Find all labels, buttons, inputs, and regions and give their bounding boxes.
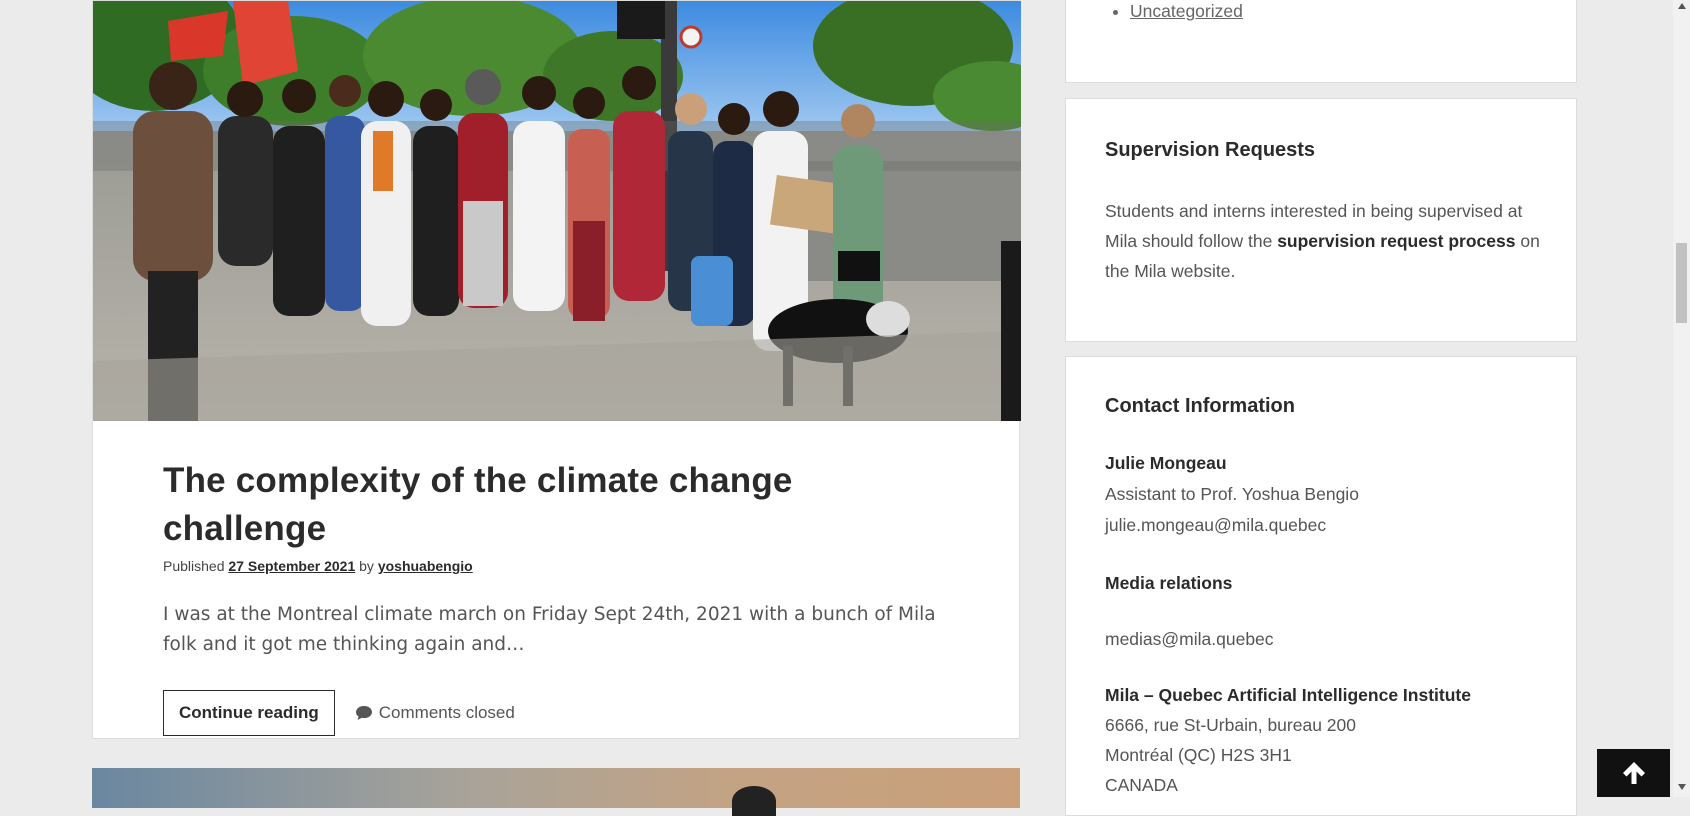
post-excerpt: I was at the Montreal climate march on F… <box>163 604 936 655</box>
contact-email[interactable]: julie.mongeau@mila.quebec <box>1105 515 1326 536</box>
org-name: Mila – Quebec Artificial Intelligence In… <box>1105 685 1471 705</box>
by-label: by <box>359 558 374 574</box>
post-date-link[interactable]: 27 September 2021 <box>228 558 355 574</box>
scroll-up-arrow-icon[interactable] <box>1676 3 1687 13</box>
published-label: Published <box>163 558 225 574</box>
page-scrollbar[interactable] <box>1673 0 1690 797</box>
comments-label: Comments closed <box>378 703 515 722</box>
categories-widget: Uncategorized <box>1065 0 1577 83</box>
next-post-image[interactable] <box>92 768 1020 816</box>
post-featured-image[interactable] <box>93 1 1021 421</box>
category-list: Uncategorized <box>1066 1 1243 22</box>
post-meta: Published 27 September 2021 by yoshuaben… <box>163 558 953 574</box>
contact-name: Julie Mongeau <box>1105 453 1227 473</box>
comment-icon <box>355 706 372 720</box>
media-relations-title: Media relations <box>1105 573 1233 593</box>
post-title[interactable]: The complexity of the climate change cha… <box>163 457 953 553</box>
address-line-1: 6666, rue St-Urbain, bureau 200 <box>1105 715 1356 735</box>
next-post-image-detail <box>732 786 776 816</box>
arrow-up-icon <box>1622 762 1645 784</box>
supervision-widget: Supervision Requests Students and intern… <box>1065 98 1577 342</box>
post-author-link[interactable]: yoshuabengio <box>378 558 473 574</box>
scroll-down-arrow-icon[interactable] <box>1676 784 1687 794</box>
contact-title: Contact Information <box>1105 395 1295 417</box>
supervision-text: Students and interns interested in being… <box>1105 196 1545 286</box>
category-link-uncategorized[interactable]: Uncategorized <box>1130 1 1243 21</box>
address-country: CANADA <box>1105 775 1178 795</box>
supervision-title: Supervision Requests <box>1105 139 1316 161</box>
contact-role: Assistant to Prof. Yoshua Bengio <box>1105 484 1359 504</box>
continue-reading-button[interactable]: Continue reading <box>163 690 335 736</box>
category-item: Uncategorized <box>1130 1 1243 22</box>
contact-widget: Contact Information Julie Mongeau Assist… <box>1065 356 1577 816</box>
post-card: The complexity of the climate change cha… <box>92 0 1021 739</box>
address-line-2: Montréal (QC) H2S 3H1 <box>1105 745 1292 765</box>
media-email[interactable]: medias@mila.quebec <box>1105 629 1274 650</box>
post-actions: Continue reading Comments closed <box>163 690 953 736</box>
post-body: The complexity of the climate change cha… <box>163 457 953 736</box>
supervision-request-link[interactable]: supervision request process <box>1277 231 1515 251</box>
scroll-to-top-button[interactable] <box>1597 749 1670 797</box>
comments-status: Comments closed <box>355 703 515 723</box>
scrollbar-thumb[interactable] <box>1676 243 1687 323</box>
